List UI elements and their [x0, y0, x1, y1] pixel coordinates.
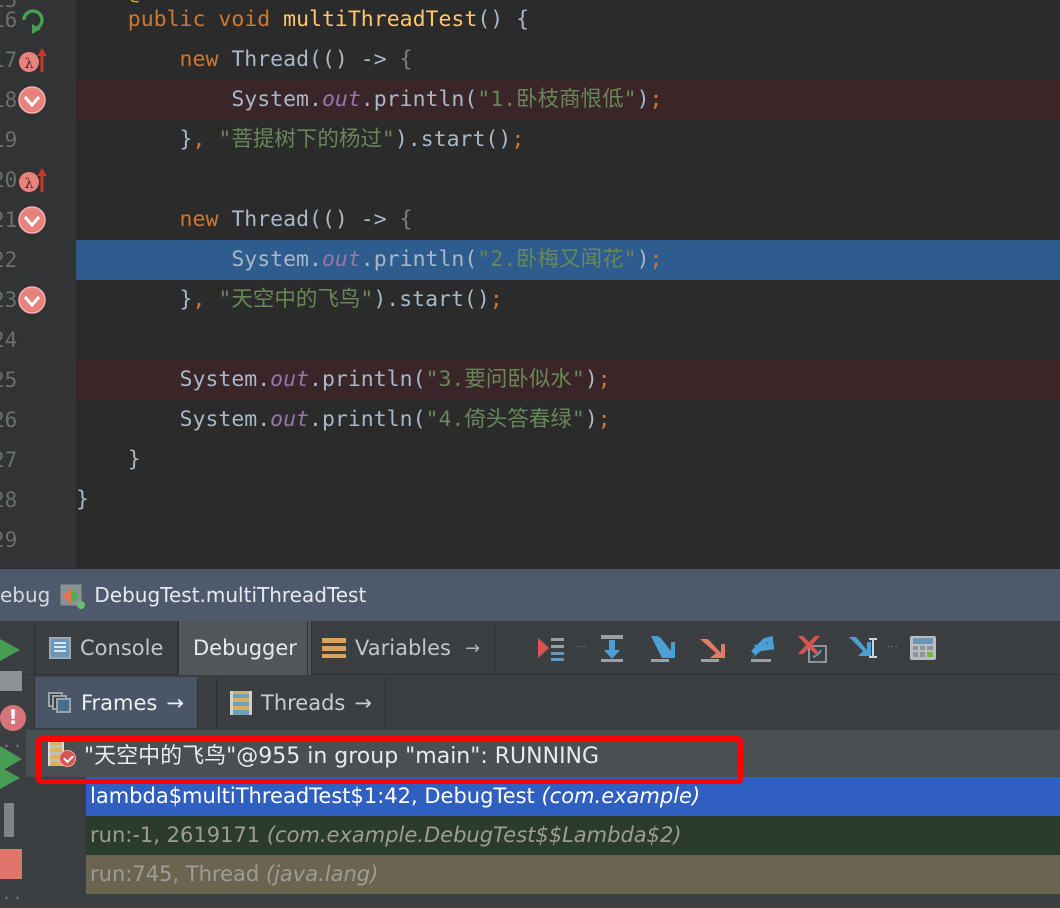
frame-location: lambda$multiThreadTest$1:42, DebugTest: [90, 784, 541, 808]
run-configuration-name: DebugTest.multiThreadTest: [94, 583, 366, 607]
subtab-frames[interactable]: Frames →: [34, 677, 198, 728]
settings-block[interactable]: [0, 671, 22, 691]
code-lines[interactable]: @Test public void multiThreadTest() { ne…: [76, 0, 1060, 568]
debugger-subtabs[interactable]: Frames → Threads →: [26, 675, 1060, 730]
stop-button[interactable]: [0, 849, 22, 879]
line-number: 26: [0, 400, 76, 440]
code-line[interactable]: }, "天空中的飞鸟").start();: [76, 280, 1060, 320]
console-icon: [49, 637, 71, 659]
code-line[interactable]: new Thread(() -> {: [76, 200, 1060, 240]
frames-list[interactable]: lambda$multiThreadTest$1:42, DebugTest (…: [26, 777, 1060, 908]
lambda-breakpoint-icon[interactable]: λ: [18, 40, 58, 80]
frame-package: (com.example.DebugTest$$Lambda$2): [267, 823, 682, 847]
code-line-current-execution[interactable]: System.out.println("2.卧梅又闻花");: [76, 240, 1060, 280]
pause-program-button[interactable]: [4, 803, 14, 837]
rerun-button[interactable]: [0, 639, 20, 661]
frame-row[interactable]: run:-1, 2619171 (com.example.DebugTest$$…: [86, 816, 1060, 855]
line-number: 19: [0, 120, 76, 160]
code-line[interactable]: [76, 320, 1060, 360]
debug-tool-window: ! ···· ···· Console Debugger Variables →: [0, 621, 1060, 908]
thread-breakpoint-icon: [48, 741, 74, 767]
detach-arrow-icon[interactable]: →: [465, 638, 480, 659]
verified-breakpoint-icon[interactable]: [18, 80, 58, 120]
run-test-icon[interactable]: [18, 0, 58, 40]
frames-gutter: [26, 777, 86, 908]
subtab-label: Frames: [81, 691, 157, 715]
threads-icon: [230, 691, 252, 715]
idea-debug-screenshot: 15 16 17 18 19 20 21 22 23 24 25 26 λ: [0, 0, 1060, 908]
toolbar-separator: ⋮: [887, 621, 898, 675]
step-out-button[interactable]: [737, 621, 787, 675]
code-line[interactable]: [76, 160, 1060, 200]
thread-selector-label: "天空中的飞鸟"@955 in group "main": RUNNING: [84, 738, 599, 770]
step-over-button[interactable]: [587, 621, 637, 675]
resume-program-button-marker[interactable]: [0, 746, 22, 772]
lambda-breakpoint-icon[interactable]: λ: [18, 160, 58, 200]
code-line[interactable]: System.out.println("4.倚头答春绿");: [76, 400, 1060, 440]
force-step-into-button[interactable]: [687, 621, 737, 675]
code-line[interactable]: }: [76, 440, 1060, 480]
code-line[interactable]: }, "菩提树下的杨过").start();: [76, 120, 1060, 160]
rail-more-button[interactable]: ····: [2, 889, 28, 907]
code-editor[interactable]: 15 16 17 18 19 20 21 22 23 24 25 26 λ: [0, 0, 1060, 568]
frame-location: run:745, Thread: [90, 862, 266, 886]
show-execution-point-button[interactable]: [526, 621, 576, 675]
frame-row[interactable]: run:745, Thread (java.lang): [86, 855, 1060, 894]
frame-row[interactable]: lambda$multiThreadTest$1:42, DebugTest (…: [86, 777, 1060, 816]
frame-location: run:-1, 2619171: [90, 823, 267, 847]
run-to-cursor-button[interactable]: [837, 621, 887, 675]
debug-tool-window-label: ebug: [0, 583, 50, 607]
line-number: 28: [0, 480, 76, 520]
tab-label: Console: [80, 636, 163, 660]
step-into-button[interactable]: [637, 621, 687, 675]
verified-breakpoint-icon[interactable]: [18, 200, 58, 240]
verified-breakpoint-icon[interactable]: [18, 280, 58, 320]
detach-arrow-icon[interactable]: →: [166, 691, 184, 715]
line-number: 25: [0, 360, 76, 400]
line-number: 27: [0, 440, 76, 480]
frame-package: (com.example): [541, 784, 700, 808]
code-line[interactable]: public void multiThreadTest() {: [76, 0, 1060, 40]
code-line[interactable]: }: [76, 480, 1060, 520]
line-number: 29: [0, 520, 76, 560]
mute-breakpoints-button[interactable]: !: [0, 705, 26, 731]
debug-configuration-icon: [60, 584, 82, 606]
evaluate-expression-button[interactable]: [898, 621, 948, 675]
tab-label: Variables: [355, 636, 451, 660]
line-number: 24: [0, 320, 76, 360]
frames-icon: [48, 692, 72, 714]
debugger-toolbar[interactable]: ⋮: [526, 621, 948, 675]
svg-text:λ: λ: [25, 176, 34, 192]
tab-label: Debugger: [193, 636, 297, 660]
code-line[interactable]: System.out.println("1.卧枝商恨低");: [76, 80, 1060, 120]
detach-arrow-icon[interactable]: →: [354, 691, 372, 715]
thread-selector[interactable]: "天空中的飞鸟"@955 in group "main": RUNNING: [26, 730, 1060, 777]
variables-icon: [322, 638, 346, 658]
line-number: 22: [0, 240, 76, 280]
subtab-threads[interactable]: Threads →: [216, 677, 386, 728]
tab-variables[interactable]: Variables →: [307, 621, 495, 675]
toolbar-separator: ⋮: [576, 621, 587, 675]
frame-package: (java.lang): [266, 862, 378, 886]
code-line[interactable]: System.out.println("3.要问卧似水");: [76, 360, 1060, 400]
code-line[interactable]: new Thread(() -> {: [76, 40, 1060, 80]
tab-debugger[interactable]: Debugger: [178, 621, 312, 675]
drop-frame-button[interactable]: [787, 621, 837, 675]
debug-tool-window-header[interactable]: ebug DebugTest.multiThreadTest: [0, 568, 1060, 621]
debug-tabs[interactable]: Console Debugger Variables →: [26, 621, 1060, 675]
svg-text:λ: λ: [25, 56, 34, 72]
subtab-label: Threads: [261, 691, 345, 715]
tab-console[interactable]: Console: [34, 621, 178, 675]
